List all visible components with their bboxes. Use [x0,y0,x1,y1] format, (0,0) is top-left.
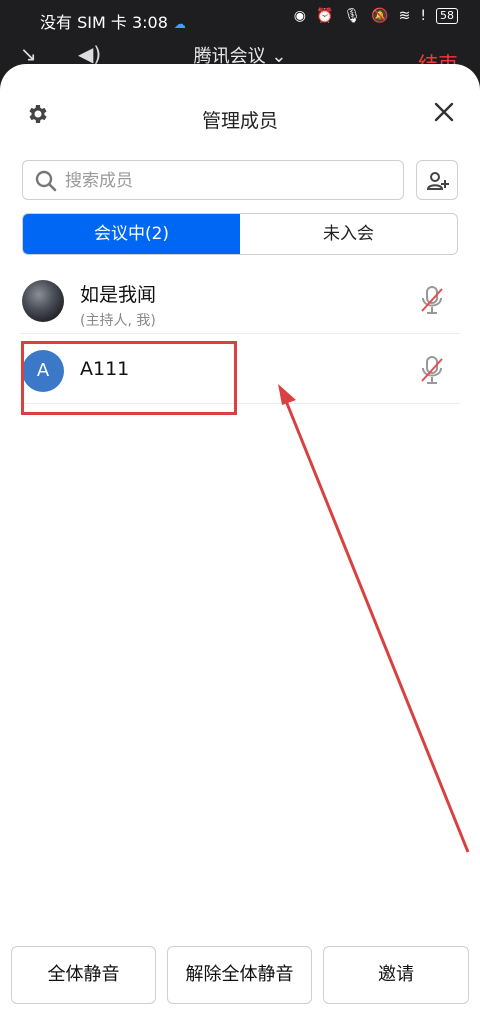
divider [20,333,460,334]
mute-all-button[interactable]: 全体静音 [11,946,156,1004]
alert-icon: ! [420,8,426,24]
search-input[interactable] [63,161,387,201]
mic-status-icon: 🎙 [343,8,362,24]
search-box[interactable] [22,160,404,201]
alarm-icon: ⏰ [315,8,334,24]
member-role: (主持人, 我) [80,313,156,329]
manage-members-sheet: 管理成员 会议中(2) 未入会 如是我闻 (主持人, 我) [0,64,480,1027]
mic-muted-icon[interactable] [418,354,446,386]
sheet-header: 管理成员 [0,64,480,164]
eye-icon: ◉ [293,8,306,24]
search-icon [35,170,57,192]
invite-button[interactable]: 邀请 [323,946,469,1004]
mic-muted-icon[interactable] [418,284,446,316]
close-icon[interactable] [432,100,456,124]
add-user-icon [426,172,449,190]
status-icons: ◉ ⏰ 🎙 🔕 ≋ ! 58 [294,8,458,24]
battery-indicator: 58 [436,8,458,24]
bottom-action-bar: 全体静音 解除全体静音 邀请 [0,946,480,1006]
unmute-all-button[interactable]: 解除全体静音 [167,946,312,1004]
member-tabs: 会议中(2) 未入会 [22,213,458,255]
sheet-title: 管理成员 [201,110,278,132]
wifi-icon: ≋ [398,8,411,24]
annotation-highlight-box [21,341,237,415]
cloud-icon: ☁ [173,17,186,31]
tab-not-joined[interactable]: 未入会 [240,214,457,254]
mute-bell-icon: 🔕 [371,8,389,24]
tab-in-meeting[interactable]: 会议中(2) [23,214,240,254]
carrier-time: 没有 SIM 卡 3:08 ☁ [40,13,186,32]
avatar [22,280,64,322]
member-name: 如是我闻 [80,284,157,306]
status-bar: 没有 SIM 卡 3:08 ☁ ◉ ⏰ 🎙 🔕 ≋ ! 58 [0,0,480,36]
add-member-button[interactable] [416,160,458,200]
member-row[interactable]: 如是我闻 (主持人, 我) [0,266,480,334]
